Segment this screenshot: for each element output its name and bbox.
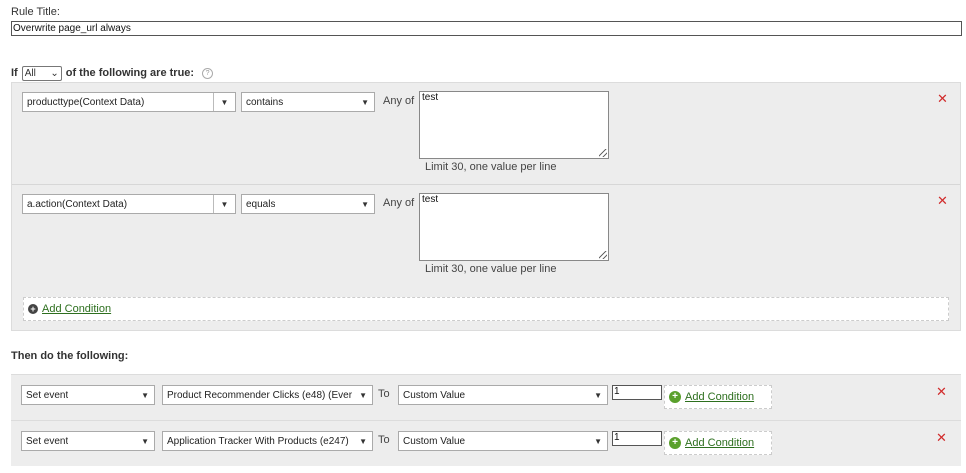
chevron-down-icon[interactable]: ▼ xyxy=(213,195,235,213)
add-condition-link[interactable]: Add Condition xyxy=(685,437,754,449)
limit-note: Limit 30, one value per line xyxy=(425,263,557,275)
action-type-select[interactable]: Set event ▼ xyxy=(21,385,155,405)
action-row: Set event ▼ Application Tracker With Pro… xyxy=(11,420,961,466)
action-type-value: Set event xyxy=(26,435,69,447)
match-mode-value: All xyxy=(24,67,36,79)
add-circle-icon: + xyxy=(669,391,681,403)
value-type-select[interactable]: Custom Value ▼ xyxy=(398,431,608,451)
chevron-down-icon: ▼ xyxy=(141,436,149,446)
rule-title-input[interactable]: Overwrite page_url always xyxy=(11,21,962,36)
add-condition-button[interactable]: + Add Condition xyxy=(23,297,949,321)
chevron-down-icon: ▼ xyxy=(361,199,369,209)
action-row: Set event ▼ Product Recommender Clicks (… xyxy=(11,374,961,420)
chevron-down-icon: ▼ xyxy=(359,436,367,446)
add-condition-link[interactable]: Add Condition xyxy=(42,303,111,315)
to-label: To xyxy=(378,388,390,400)
add-condition-button[interactable]: + Add Condition xyxy=(664,431,772,455)
custom-value-input[interactable]: 1 xyxy=(612,431,662,446)
action-target-select[interactable]: Product Recommender Clicks (e48) (Ever ▼ xyxy=(162,385,373,405)
value-type-value: Custom Value xyxy=(403,389,466,401)
add-circle-icon: + xyxy=(28,304,38,314)
if-label: If xyxy=(11,67,18,79)
action-target-value: Application Tracker With Products (e247) xyxy=(167,435,349,447)
add-circle-icon: + xyxy=(669,437,681,449)
resize-grip-icon[interactable] xyxy=(599,149,607,157)
remove-condition-button[interactable]: ✕ xyxy=(937,91,948,107)
action-type-select[interactable]: Set event ▼ xyxy=(21,431,155,451)
condition-variable-value: a.action(Context Data) xyxy=(27,198,128,210)
remove-action-button[interactable]: ✕ xyxy=(936,384,947,400)
value-type-value: Custom Value xyxy=(403,435,466,447)
chevron-down-icon[interactable]: ▼ xyxy=(213,93,235,111)
condition-variable-combo[interactable]: a.action(Context Data) ▼ xyxy=(22,194,236,214)
limit-note: Limit 30, one value per line xyxy=(425,161,557,173)
condition-values-textarea[interactable]: test xyxy=(419,91,609,159)
action-target-value: Product Recommender Clicks (e48) (Ever xyxy=(167,389,353,401)
to-label: To xyxy=(378,434,390,446)
condition-values-text: test xyxy=(422,194,439,205)
chevron-down-icon: ▼ xyxy=(361,97,369,107)
condition-row: a.action(Context Data) ▼ equals ▼ Any of… xyxy=(12,184,960,286)
remove-condition-button[interactable]: ✕ xyxy=(937,193,948,209)
conditions-panel: producttype(Context Data) ▼ contains ▼ A… xyxy=(11,82,961,331)
condition-operator-select[interactable]: contains ▼ xyxy=(241,92,375,112)
match-mode-select[interactable]: All ⌄ xyxy=(21,65,62,81)
if-clause: If All ⌄ of the following are true: ? xyxy=(11,65,214,81)
chevron-down-icon: ⌄ xyxy=(50,67,59,79)
rule-title-label: Rule Title: xyxy=(11,6,60,18)
help-icon[interactable]: ? xyxy=(202,67,214,79)
then-heading: Then do the following: xyxy=(11,350,129,362)
action-target-select[interactable]: Application Tracker With Products (e247)… xyxy=(162,431,373,451)
remove-action-button[interactable]: ✕ xyxy=(936,430,947,446)
condition-operator-value: equals xyxy=(246,198,276,210)
value-type-select[interactable]: Custom Value ▼ xyxy=(398,385,608,405)
any-of-label: Any of xyxy=(383,197,415,209)
condition-operator-select[interactable]: equals ▼ xyxy=(241,194,375,214)
action-type-value: Set event xyxy=(26,389,69,401)
condition-variable-combo[interactable]: producttype(Context Data) ▼ xyxy=(22,92,236,112)
chevron-down-icon: ▼ xyxy=(594,390,602,400)
add-condition-link[interactable]: Add Condition xyxy=(685,391,754,403)
condition-values-text: test xyxy=(422,92,439,103)
condition-row: producttype(Context Data) ▼ contains ▼ A… xyxy=(12,83,960,185)
chevron-down-icon: ▼ xyxy=(141,390,149,400)
resize-grip-icon[interactable] xyxy=(599,251,607,259)
condition-variable-value: producttype(Context Data) xyxy=(27,96,145,108)
chevron-down-icon: ▼ xyxy=(359,390,367,400)
if-suffix-label: of the following are true: xyxy=(65,67,195,79)
custom-value-input[interactable]: 1 xyxy=(612,385,662,400)
condition-values-textarea[interactable]: test xyxy=(419,193,609,261)
condition-operator-value: contains xyxy=(246,96,284,108)
any-of-label: Any of xyxy=(383,95,415,107)
chevron-down-icon: ▼ xyxy=(594,436,602,446)
add-condition-button[interactable]: + Add Condition xyxy=(664,385,772,409)
